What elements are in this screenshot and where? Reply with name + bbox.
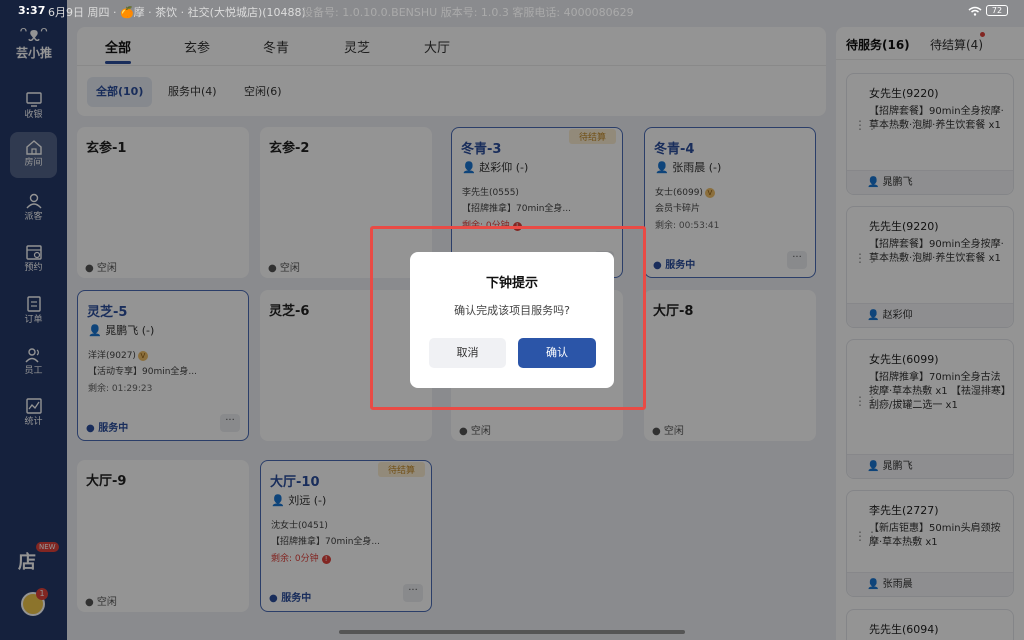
clock: 3:37 [18, 4, 46, 17]
status-bar: 3:37 6月9日 周四 · 🍊摩 · 茶饮 · 社交(大悦城店)(10488)… [0, 0, 1024, 22]
store-info: 6月9日 周四 · 🍊摩 · 茶饮 · 社交(大悦城店)(10488) [48, 6, 306, 19]
dialog-message: 确认完成该项目服务吗? [454, 304, 570, 317]
confirm-dialog: 下钟提示 确认完成该项目服务吗? 取消 确认 [410, 252, 614, 388]
cancel-button[interactable]: 取消 [429, 338, 506, 368]
battery-icon: 72 [986, 5, 1008, 16]
home-indicator[interactable] [339, 630, 685, 634]
wifi-icon [968, 6, 982, 16]
dialog-title: 下钟提示 [485, 276, 538, 291]
device-info: 设备号: 1.0.10.0.BENSHU 版本号: 1.0.3 客服电话: 40… [302, 6, 634, 19]
confirm-button[interactable]: 确认 [518, 338, 596, 368]
